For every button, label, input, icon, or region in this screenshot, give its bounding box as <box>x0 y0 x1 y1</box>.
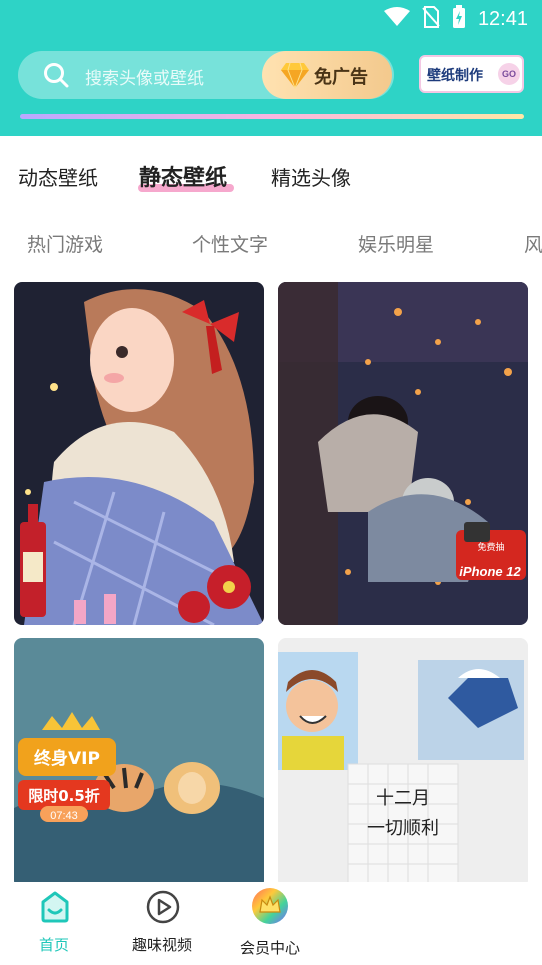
header-gradient-line <box>20 114 524 119</box>
wifi-icon <box>383 7 410 31</box>
wallpaper-cats-image: 终身VIP 限时0.5折 07:43 <box>14 638 264 888</box>
note-line-1: 十二月 <box>376 788 430 809</box>
iphone-promo-top: 免费抽 <box>477 541 504 553</box>
note-line-2: 一切顺利 <box>367 818 439 839</box>
wallpaper-card-girl[interactable] <box>14 282 264 625</box>
wallpaper-couple-image: 免费抽 iPhone 12 <box>278 282 528 625</box>
adfree-label: 免广告 <box>314 67 368 88</box>
app-screen: 12:41 搜索头像或壁纸 免广告 壁纸制作 GO 动态壁纸 静态壁纸 精选头像… <box>0 0 542 965</box>
battery-charging-icon <box>452 5 466 33</box>
adfree-button[interactable]: 免广告 <box>262 51 392 99</box>
nav-fun-video-label: 趣味视频 <box>131 936 192 954</box>
bottom-navigation: 首页 趣味视频 会员中心 <box>0 882 542 965</box>
search-icon <box>43 62 69 88</box>
nav-home-label: 首页 <box>38 936 69 954</box>
wallpaper-card-couple[interactable]: 免费抽 iPhone 12 <box>278 282 528 625</box>
category-hot-games[interactable]: 热门游戏 <box>27 230 103 257</box>
header: 12:41 搜索头像或壁纸 免广告 壁纸制作 GO <box>0 0 542 136</box>
nav-fun-video[interactable]: 趣味视频 <box>112 882 212 965</box>
tab-featured-avatar[interactable]: 精选头像 <box>271 162 351 191</box>
play-circle-icon <box>146 890 180 924</box>
home-icon <box>38 890 72 924</box>
make-wallpaper-button[interactable]: 壁纸制作 GO <box>419 55 524 93</box>
nav-home[interactable]: 首页 <box>4 882 104 965</box>
vip-badge-label: 终身VIP <box>34 748 100 769</box>
wallpaper-note-image: 十二月 一切顺利 <box>278 638 528 888</box>
category-text[interactable]: 个性文字 <box>192 230 268 257</box>
tab-static-wallpaper[interactable]: 静态壁纸 <box>139 160 227 192</box>
status-icons: 12:41 <box>383 5 528 33</box>
category-celebrities[interactable]: 娱乐明星 <box>358 230 434 257</box>
wallpaper-girl-image <box>14 282 264 625</box>
diamond-icon <box>280 61 310 90</box>
nav-vip-center[interactable]: 会员中心 <box>220 882 320 965</box>
main-tabs: 动态壁纸 静态壁纸 精选头像 <box>0 150 542 196</box>
search-placeholder: 搜索头像或壁纸 <box>85 69 204 89</box>
wallpaper-card-note[interactable]: 十二月 一切顺利 <box>278 638 528 888</box>
category-partial[interactable]: 风 <box>524 230 542 257</box>
go-badge: GO <box>498 63 520 85</box>
crown-icon <box>250 886 290 926</box>
status-bar: 12:41 <box>0 0 542 38</box>
category-tabs: 热门游戏 个性文字 娱乐明星 风 <box>0 222 542 262</box>
discount-label: 限时0.5折 <box>28 787 100 805</box>
wallpaper-card-cats[interactable]: 终身VIP 限时0.5折 07:43 <box>14 638 264 888</box>
tab-dynamic-wallpaper[interactable]: 动态壁纸 <box>18 162 98 191</box>
status-time: 12:41 <box>477 7 528 30</box>
make-wallpaper-label: 壁纸制作 <box>427 68 483 84</box>
search-row: 搜索头像或壁纸 免广告 壁纸制作 GO <box>18 51 524 99</box>
nav-vip-center-label: 会员中心 <box>239 939 300 957</box>
countdown-timer: 07:43 <box>50 810 78 822</box>
iphone-promo-main: iPhone 12 <box>459 564 521 579</box>
no-sim-icon <box>422 6 440 32</box>
